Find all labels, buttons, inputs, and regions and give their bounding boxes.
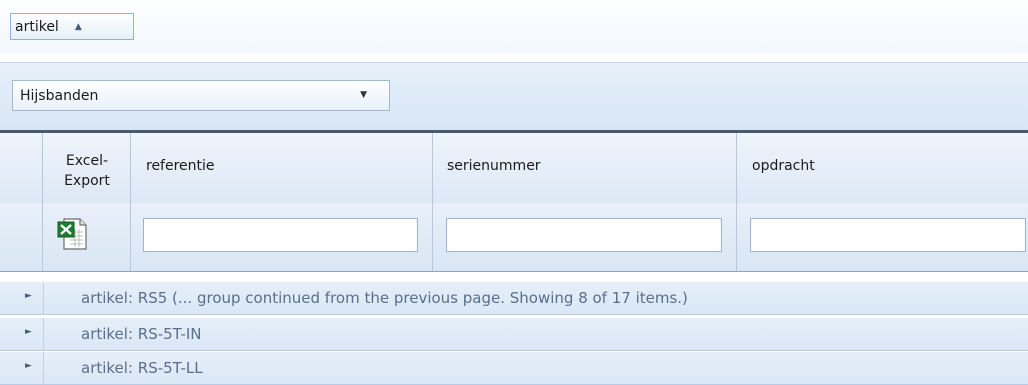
sort-ascending-icon: ▲ xyxy=(74,21,82,32)
group-row-label: artikel: RS5 (... group continued from t… xyxy=(81,289,688,307)
grid-header-row: Excel- Export referentie serienummer opd… xyxy=(0,133,1028,204)
column-header-label: Excel- Export xyxy=(64,153,110,189)
group-row[interactable]: ► artikel: RS5 (... group continued from… xyxy=(0,282,1028,315)
group-chip-label: artikel xyxy=(15,18,59,35)
referentie-filter-input[interactable] xyxy=(143,218,418,252)
column-separator xyxy=(42,203,43,271)
expand-arrow-icon: ► xyxy=(25,291,32,301)
expand-group-button[interactable]: ► xyxy=(0,318,44,350)
expand-arrow-icon: ► xyxy=(25,327,32,337)
column-header-opdracht[interactable]: opdracht xyxy=(752,158,815,174)
expand-group-button[interactable]: ► xyxy=(0,352,44,384)
group-row-label: artikel: RS-5T-IN xyxy=(81,325,202,343)
column-separator xyxy=(432,203,433,271)
opdracht-filter-input[interactable] xyxy=(750,218,1026,252)
column-separator xyxy=(432,133,433,203)
group-chip-artikel[interactable]: artikel ▲ xyxy=(10,13,134,40)
excel-export-icon[interactable] xyxy=(56,217,88,251)
column-header-serienummer[interactable]: serienummer xyxy=(447,158,541,174)
serienummer-filter-input[interactable] xyxy=(446,218,722,252)
category-dropdown[interactable]: Hijsbanden ▼ xyxy=(12,80,390,111)
column-header-referentie[interactable]: referentie xyxy=(146,158,215,174)
column-header-excel-export[interactable]: Excel- Export xyxy=(43,151,131,191)
group-row[interactable]: ► artikel: RS-5T-IN xyxy=(0,318,1028,351)
column-header-label: opdracht xyxy=(752,158,815,174)
expand-group-button[interactable]: ► xyxy=(0,282,44,314)
column-header-label: referentie xyxy=(146,158,215,174)
column-separator xyxy=(736,203,737,271)
chevron-down-icon[interactable]: ▼ xyxy=(360,90,367,100)
group-row[interactable]: ► artikel: RS-5T-LL xyxy=(0,352,1028,385)
category-dropdown-value: Hijsbanden xyxy=(20,87,99,104)
group-by-panel: artikel ▲ xyxy=(0,0,1028,53)
column-header-label: serienummer xyxy=(447,158,541,174)
filter-panel: Hijsbanden ▼ xyxy=(0,62,1028,133)
column-separator xyxy=(736,133,737,203)
grid-filter-row xyxy=(0,203,1028,272)
expand-arrow-icon: ► xyxy=(25,361,32,371)
group-row-label: artikel: RS-5T-LL xyxy=(81,359,203,377)
column-separator xyxy=(130,203,131,271)
